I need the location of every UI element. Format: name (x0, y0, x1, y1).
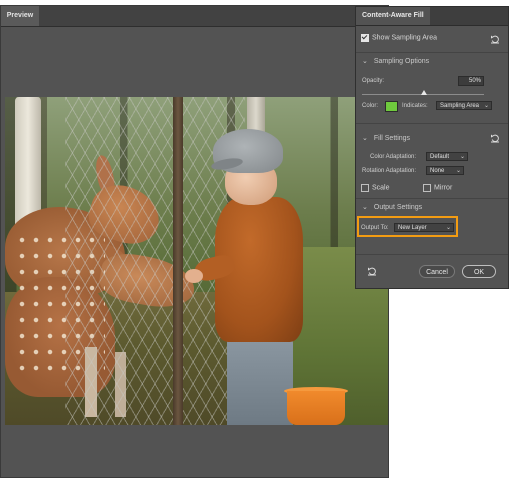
photo-bucket (287, 391, 345, 425)
photo-fence-post (173, 97, 183, 425)
opacity-slider-thumb[interactable] (421, 90, 427, 95)
scale-checkbox[interactable] (361, 184, 369, 192)
ok-button[interactable]: OK (462, 265, 496, 278)
divider (356, 123, 508, 124)
divider (356, 198, 508, 199)
opacity-value-field[interactable]: 50% (458, 76, 484, 86)
mirror-checkbox[interactable] (423, 184, 431, 192)
indicates-label: Indicates: (402, 103, 428, 109)
chevron-down-icon: ⌄ (362, 204, 368, 211)
photo-boy-hand (185, 269, 203, 283)
panel-tabbar: Content-Aware Fill (356, 7, 508, 26)
output-settings-title: Output Settings (373, 204, 423, 211)
chevron-down-icon: ⌄ (455, 168, 461, 174)
fill-settings-header[interactable]: ⌄ Fill Settings (362, 134, 410, 142)
reset-icon[interactable] (490, 133, 500, 143)
show-sampling-area-checkbox[interactable] (361, 34, 369, 42)
mirror-row[interactable]: Mirror (423, 184, 503, 192)
preview-tabbar: Preview (1, 6, 388, 27)
mirror-label: Mirror (434, 184, 453, 192)
sampling-options-title: Sampling Options (373, 58, 430, 65)
color-adaptation-dropdown[interactable]: Default ⌄ (426, 152, 468, 161)
reset-all-icon[interactable] (367, 266, 377, 276)
output-settings-header[interactable]: ⌄ Output Settings (362, 203, 422, 211)
color-adaptation-label: Color Adaptation: (370, 154, 417, 160)
opacity-label: Opacity: (362, 78, 385, 84)
preview-image[interactable] (5, 97, 388, 425)
color-adaptation-value: Default (430, 154, 450, 160)
tab-preview[interactable]: Preview (1, 6, 39, 26)
indicates-value: Sampling Area (440, 103, 480, 109)
fill-settings-title: Fill Settings (373, 135, 411, 142)
chevron-down-icon: ⌄ (362, 58, 368, 65)
chevron-down-icon: ⌄ (483, 103, 489, 109)
divider (356, 52, 508, 53)
rotation-adaptation-dropdown[interactable]: None ⌄ (426, 166, 464, 175)
photo-boy-pants (227, 335, 293, 425)
show-sampling-area-label: Show Sampling Area (372, 34, 437, 42)
rotation-adaptation-label: Rotation Adaptation: (362, 168, 417, 174)
show-sampling-area-row[interactable]: Show Sampling Area (361, 34, 503, 42)
color-swatch[interactable] (385, 101, 398, 112)
scale-label: Scale (372, 184, 390, 192)
tab-content-aware-fill[interactable]: Content-Aware Fill (356, 7, 430, 25)
sampling-options-header[interactable]: ⌄ Sampling Options (362, 57, 429, 65)
indicates-dropdown[interactable]: Sampling Area ⌄ (436, 101, 492, 110)
reset-icon[interactable] (490, 34, 500, 44)
divider (356, 254, 508, 255)
color-label: Color: (362, 103, 379, 109)
chevron-down-icon: ⌄ (459, 154, 465, 160)
content-aware-fill-panel: Content-Aware Fill Show Sampling Area ⌄ S… (355, 6, 509, 289)
output-to-highlight (357, 216, 458, 237)
chevron-down-icon: ⌄ (362, 135, 368, 142)
preview-window: Preview (0, 5, 389, 478)
cancel-button[interactable]: Cancel (419, 265, 455, 278)
rotation-adaptation-value: None (430, 168, 445, 174)
